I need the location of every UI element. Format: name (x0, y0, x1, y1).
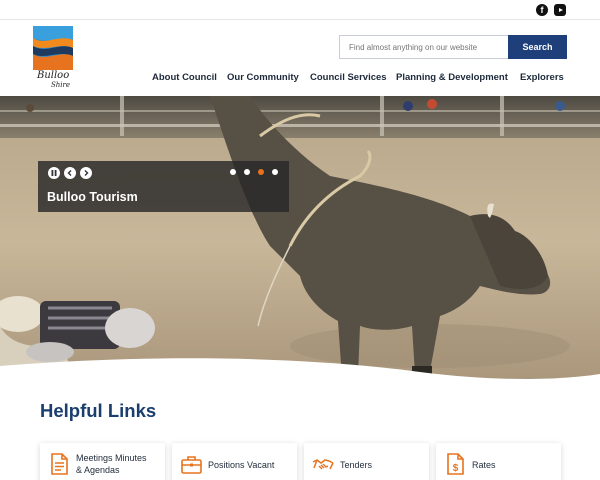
chevron-right-icon[interactable] (80, 167, 92, 179)
card-label: Positions Vacant (208, 460, 275, 470)
chevron-left-icon[interactable] (64, 167, 76, 179)
card-label-line1: Meetings Minutes (76, 453, 147, 463)
link-card-rates[interactable]: $ Rates (436, 443, 561, 480)
search-input[interactable] (339, 35, 508, 59)
slider-caption: Bulloo Tourism (38, 161, 289, 212)
slide-dot-4[interactable] (272, 169, 278, 175)
hero-wave-divider (0, 358, 600, 388)
slide-title[interactable]: Bulloo Tourism (47, 190, 138, 204)
youtube-icon[interactable] (554, 4, 566, 16)
nav-explorers[interactable]: Explorers (520, 72, 564, 86)
handshake-icon (312, 459, 334, 470)
slide-dot-3[interactable] (258, 169, 264, 175)
link-card-tenders[interactable]: Tenders (304, 443, 429, 480)
nav-council-services[interactable]: Council Services (310, 72, 387, 86)
card-label-line2: & Agendas (76, 465, 120, 475)
nav-our-community[interactable]: Our Community (227, 72, 299, 86)
bulloo-shire-logo[interactable]: Bulloo Shire (33, 26, 73, 92)
hero-image (0, 96, 600, 388)
card-label: Rates (472, 460, 496, 470)
link-card-meetings[interactable]: Meetings Minutes & Agendas (40, 443, 165, 480)
card-label: Tenders (340, 460, 373, 470)
hero-banner (0, 96, 600, 388)
document-icon (51, 453, 68, 475)
link-card-positions-vacant[interactable]: Positions Vacant (172, 443, 297, 480)
briefcase-icon (181, 456, 202, 474)
logo-subname: Shire (51, 81, 71, 89)
search-form: Search (339, 35, 567, 59)
slide-dot-2[interactable] (244, 169, 250, 175)
logo-emblem (33, 26, 73, 70)
social-bar: f (0, 0, 600, 20)
slide-dot-1[interactable] (230, 169, 236, 175)
site-header: Bulloo Shire Search About Council Our Co… (0, 20, 600, 96)
dollar-document-icon: $ (447, 453, 464, 475)
svg-text:$: $ (453, 463, 459, 474)
nav-planning-development[interactable]: Planning & Development (396, 72, 508, 86)
nav-about-council[interactable]: About Council (152, 72, 217, 86)
pause-icon[interactable] (48, 167, 60, 179)
logo-name: Bulloo (37, 70, 70, 81)
search-button[interactable]: Search (508, 35, 567, 59)
facebook-icon[interactable]: f (536, 4, 548, 16)
helpful-links-title: Helpful Links (40, 400, 157, 421)
